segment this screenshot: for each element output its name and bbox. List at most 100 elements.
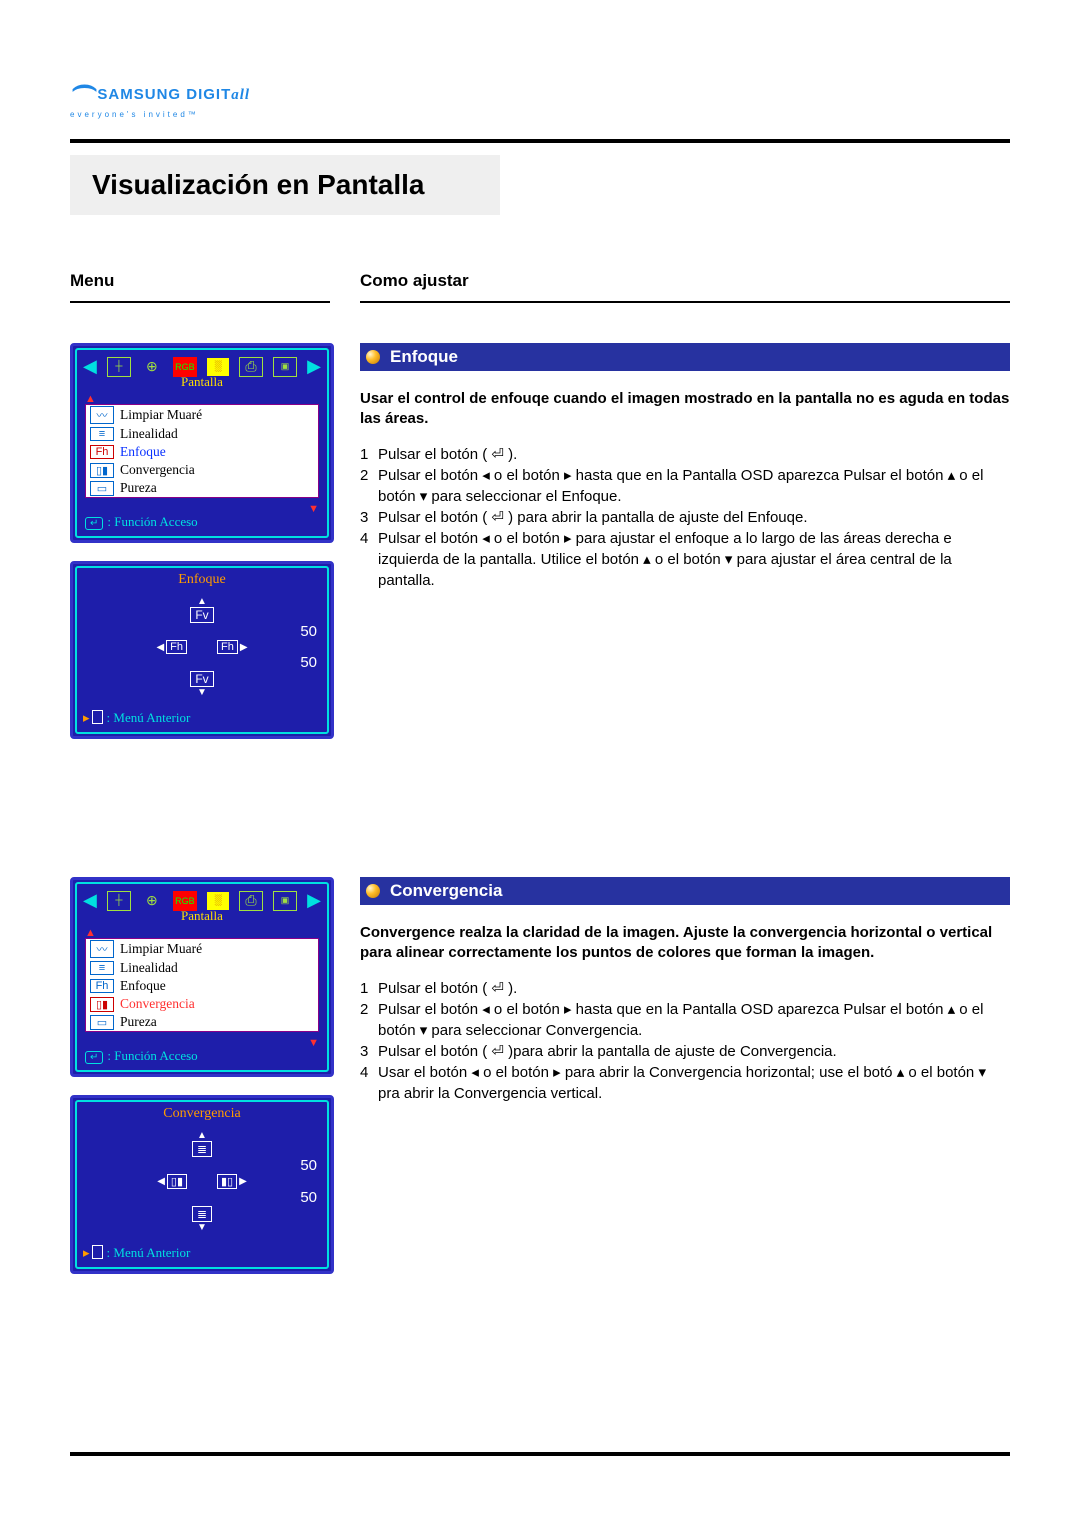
scroll-down-icon[interactable]: ▼ <box>77 504 327 514</box>
h-indicator-left: ▯▮ <box>167 1174 187 1189</box>
utility-icon[interactable]: ⎙ <box>239 891 263 911</box>
focus-icon: Fh <box>90 445 114 459</box>
prev-box-icon <box>92 710 103 724</box>
brand-tagline: everyone's invited™ <box>70 110 1010 119</box>
page-title-box: Visualización en Pantalla <box>70 155 500 215</box>
osd-item-selected[interactable]: Convergencia <box>120 996 195 1012</box>
size-icon[interactable] <box>141 358 163 376</box>
osd-item[interactable]: Limpiar Muaré <box>120 941 202 957</box>
section-enfoque: ◀ ┼ RGB ░ ⎙ ▣ ▶ Pantalla ▲ 〰Limpiar Muar… <box>70 343 1010 757</box>
osd-item[interactable]: Limpiar Muaré <box>120 407 202 423</box>
convergencia-steps: 1Pulsar el botón ( ⏎ ). 2Pulsar el botón… <box>360 978 1010 1104</box>
fh-indicator-left: Fh <box>166 640 187 654</box>
page: ⌢ SAMSUNG DIGITall everyone's invited™ V… <box>0 0 1080 1528</box>
scroll-up-icon[interactable]: ▲ <box>77 394 327 404</box>
fv-indicator-bottom: Fv <box>190 671 213 687</box>
osd-access-label: ↵: Función Acceso <box>77 1048 327 1070</box>
howto-column-heading: Como ajustar <box>360 271 1010 303</box>
arrow-left-icon[interactable]: ◀ <box>156 642 164 653</box>
bottom-rule <box>70 1452 1010 1456</box>
osd-item[interactable]: Convergencia <box>120 462 195 478</box>
osd-item-selected[interactable]: Enfoque <box>120 444 166 460</box>
brand-name-post: all <box>231 87 250 103</box>
step-text: Pulsar el botón ( ⏎ ). <box>378 978 517 999</box>
pip-icon[interactable]: ▣ <box>273 357 297 377</box>
arrow-right-icon[interactable]: ▶ <box>239 1176 247 1187</box>
step-text: Pulsar el botón ( ⏎ )para abrir la panta… <box>378 1041 837 1062</box>
purity-icon: ▭ <box>90 1015 114 1030</box>
moire-icon: 〰 <box>90 940 114 958</box>
bullet-icon <box>366 884 380 898</box>
adjust-value-bottom: 50 <box>300 1189 317 1206</box>
scroll-up-icon[interactable]: ▲ <box>77 928 327 938</box>
arrow-right-icon[interactable]: ▶ <box>240 642 248 653</box>
screen-icon[interactable]: ░ <box>207 358 229 376</box>
osd-adjust-enfoque: Enfoque ▲ Fv 50 ◀ Fh Fh ▶ <box>70 561 334 739</box>
back-arrow-icon: ▸ <box>83 710 90 726</box>
osd-prev-menu[interactable]: ▸: Menú Anterior <box>77 1241 327 1267</box>
osd-item[interactable]: Pureza <box>120 480 157 496</box>
osd-menu-enfoque: ◀ ┼ RGB ░ ⎙ ▣ ▶ Pantalla ▲ 〰Limpiar Muar… <box>70 343 334 543</box>
purity-icon: ▭ <box>90 481 114 496</box>
osd-item[interactable]: Linealidad <box>120 960 178 976</box>
nav-left-icon[interactable]: ◀ <box>83 890 97 911</box>
step-text: Pulsar el botón ◂ o el botón ▸ para ajus… <box>378 528 1010 591</box>
step-text: Pulsar el botón ( ⏎ ) para abrir la pant… <box>378 507 808 528</box>
menu-column-heading: Menu <box>70 271 330 303</box>
osd-adjust-title: Enfoque <box>77 568 327 590</box>
section-heading-convergencia: Convergencia <box>360 877 1010 905</box>
nav-right-icon[interactable]: ▶ <box>307 890 321 911</box>
step-text: Pulsar el botón ◂ o el botón ▸ hasta que… <box>378 465 1010 507</box>
osd-item[interactable]: Pureza <box>120 1014 157 1030</box>
osd-adjust-title: Convergencia <box>77 1102 327 1124</box>
linearity-icon: ≡ <box>90 427 114 441</box>
v-indicator: ≣ <box>192 1141 212 1157</box>
pip-icon[interactable]: ▣ <box>273 891 297 911</box>
arrow-down-icon[interactable]: ▼ <box>197 687 207 698</box>
nav-right-icon[interactable]: ▶ <box>307 356 321 377</box>
position-icon[interactable]: ┼ <box>107 891 131 911</box>
step-text: Usar el botón ◂ o el botón ▸ para abrir … <box>378 1062 1010 1104</box>
screen-icon[interactable]: ░ <box>207 892 229 910</box>
convergence-icon: ▯▮ <box>90 997 114 1012</box>
arrow-left-icon[interactable]: ◀ <box>157 1176 165 1187</box>
section-heading-enfoque: Enfoque <box>360 343 1010 371</box>
step-text: Pulsar el botón ◂ o el botón ▸ hasta que… <box>378 999 1010 1041</box>
utility-icon[interactable]: ⎙ <box>239 357 263 377</box>
arrow-up-icon[interactable]: ▲ <box>197 596 207 607</box>
prev-box-icon <box>92 1245 103 1259</box>
size-icon[interactable] <box>141 892 163 910</box>
linearity-icon: ≡ <box>90 961 114 975</box>
adjust-value-top: 50 <box>300 623 317 640</box>
back-arrow-icon: ▸ <box>83 1245 90 1261</box>
brand-logo: ⌢ SAMSUNG DIGITall everyone's invited™ <box>70 60 1010 119</box>
arrow-down-icon[interactable]: ▼ <box>197 1222 207 1233</box>
convergencia-lead: Convergence realza la claridad de la ima… <box>360 923 1010 964</box>
convergence-icon: ▯▮ <box>90 463 114 478</box>
osd-adjust-convergencia: Convergencia ▲ ≣ 50 ◀ ▯▮ ▮▯ ▶ 50 <box>70 1095 334 1274</box>
swoosh-icon: ⌢ <box>70 60 93 109</box>
osd-item[interactable]: Linealidad <box>120 426 178 442</box>
osd-prev-menu[interactable]: ▸: Menú Anterior <box>77 706 327 732</box>
osd-menu-convergencia: ◀ ┼ RGB ░ ⎙ ▣ ▶ Pantalla ▲ 〰Limpiar Muar… <box>70 877 334 1077</box>
fh-indicator-right: Fh <box>217 640 238 654</box>
osd-item-list: 〰Limpiar Muaré ≡Linealidad FhEnfoque ▯▮C… <box>85 404 319 498</box>
page-title: Visualización en Pantalla <box>92 169 478 201</box>
enter-icon: ↵ <box>85 1051 103 1064</box>
enter-icon: ↵ <box>85 517 103 530</box>
h-indicator-right: ▮▯ <box>217 1174 237 1189</box>
position-icon[interactable]: ┼ <box>107 357 131 377</box>
scroll-down-icon[interactable]: ▼ <box>77 1038 327 1048</box>
osd-item[interactable]: Enfoque <box>120 978 166 994</box>
section-convergencia: ◀ ┼ RGB ░ ⎙ ▣ ▶ Pantalla ▲ 〰Limpiar Muar… <box>70 877 1010 1292</box>
osd-access-label: ↵: Función Acceso <box>77 514 327 536</box>
v-indicator-bottom: ≣ <box>192 1206 212 1222</box>
enfoque-lead: Usar el control de enfouqe cuando el ima… <box>360 389 1010 430</box>
arrow-up-icon[interactable]: ▲ <box>197 1130 207 1141</box>
adjust-value-top: 50 <box>300 1157 317 1174</box>
brand-name-pre: SAMSUNG DIGIT <box>97 86 231 103</box>
fv-indicator: Fv <box>190 607 213 623</box>
top-rule <box>70 139 1010 143</box>
nav-left-icon[interactable]: ◀ <box>83 356 97 377</box>
enfoque-steps: 1Pulsar el botón ( ⏎ ). 2Pulsar el botón… <box>360 444 1010 591</box>
